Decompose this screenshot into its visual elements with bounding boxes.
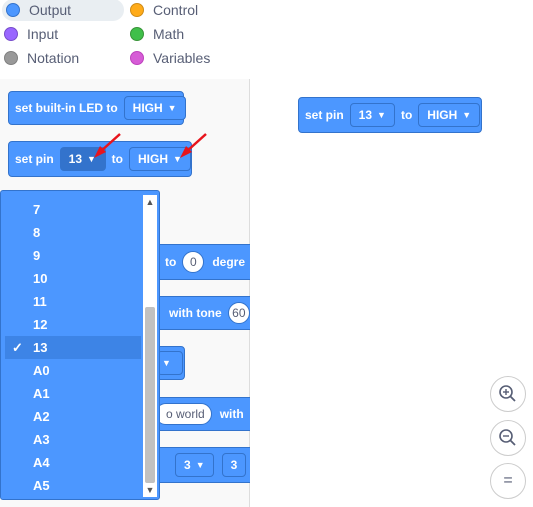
variables-category-dot-icon — [130, 51, 144, 65]
dropdown-option[interactable]: A2 — [5, 405, 141, 428]
category-label: Math — [153, 26, 185, 42]
category-variables[interactable]: Variables — [130, 47, 210, 69]
block-label: to — [165, 255, 177, 269]
category-math[interactable]: Math — [130, 23, 184, 45]
category-label: Variables — [153, 50, 211, 66]
dropdown-scrollbar[interactable]: ▲ ▼ — [143, 195, 157, 497]
block-label: to — [400, 108, 413, 122]
category-label: Notation — [27, 50, 80, 66]
value-dropdown[interactable]: 3 — [221, 453, 247, 477]
category-input[interactable]: Input — [4, 23, 58, 45]
dropdown-option[interactable]: 9 — [5, 244, 141, 267]
zoom-out-button[interactable] — [490, 420, 526, 456]
block-label: with — [219, 407, 244, 421]
math-category-dot-icon — [130, 27, 144, 41]
text-input[interactable]: o world — [155, 403, 212, 425]
caret-down-icon: ▼ — [462, 110, 472, 120]
input-category-dot-icon — [4, 27, 18, 41]
input-value: o world — [166, 407, 205, 421]
input-value: 0 — [189, 255, 197, 269]
output-category-dot-icon — [6, 3, 20, 17]
zoom-in-button[interactable] — [490, 376, 526, 412]
dropdown-option[interactable]: 10 — [5, 267, 141, 290]
block-label: set pin — [305, 108, 344, 122]
caret-down-icon: ▼ — [377, 110, 386, 120]
set-builtin-led-block[interactable]: set built-in LED to HIGH ▼ — [8, 91, 186, 125]
input-value: 60 — [232, 306, 246, 320]
scroll-down-icon[interactable]: ▼ — [143, 483, 157, 497]
category-notation[interactable]: Notation — [4, 47, 79, 69]
caret-down-icon: ▼ — [162, 358, 171, 368]
category-label: Control — [153, 2, 199, 18]
block-label: set built-in LED to — [15, 101, 118, 115]
control-category-dot-icon — [130, 3, 144, 17]
block-label: set pin — [15, 152, 54, 166]
category-label: Input — [27, 26, 59, 42]
value-dropdown[interactable]: 3 ▼ — [175, 453, 214, 477]
zoom-reset-button[interactable]: = — [490, 463, 526, 499]
dropdown-value: 13 — [68, 152, 83, 166]
angle-input[interactable]: 0 — [182, 251, 205, 273]
pin-dropdown-menu: 7 8 9 10 11 12 ✓ 13 A0 A1 A2 A3 A4 A5 ▲ … — [0, 190, 160, 500]
dropdown-value: HIGH — [427, 108, 458, 122]
checkmark-icon: ✓ — [12, 339, 23, 355]
scrollbar-thumb[interactable] — [145, 307, 155, 483]
caret-down-icon: ▼ — [167, 103, 177, 113]
tone-input[interactable]: 60 — [227, 302, 250, 324]
zoom-out-icon — [499, 429, 516, 446]
dropdown-option[interactable]: A3 — [5, 428, 141, 451]
block-label: degre — [212, 255, 246, 269]
led-state-dropdown[interactable]: HIGH ▼ — [123, 96, 186, 120]
pin-number-dropdown[interactable]: 13 ▼ — [349, 103, 395, 127]
annotation-arrow-icon — [180, 133, 207, 158]
caret-down-icon: ▼ — [195, 460, 205, 470]
zoom-reset-icon: = — [503, 472, 513, 489]
dropdown-value: 13 — [358, 108, 373, 122]
set-pin-block-workspace[interactable]: set pin 13 ▼ to HIGH ▼ — [298, 97, 482, 133]
dropdown-option[interactable]: 8 — [5, 221, 141, 244]
block-label: with tone — [169, 306, 222, 320]
zoom-in-icon — [499, 385, 516, 402]
dropdown-option[interactable]: 7 — [5, 198, 141, 221]
scroll-up-icon[interactable]: ▲ — [143, 195, 157, 209]
dropdown-option-selected[interactable]: ✓ 13 — [5, 336, 141, 359]
dropdown-option[interactable]: 11 — [5, 290, 141, 313]
category-label: Output — [29, 2, 72, 18]
dropdown-option[interactable]: A5 — [5, 474, 141, 497]
dropdown-value: 3 — [184, 458, 191, 472]
category-menu: Output Control Input Math Notation Varia… — [0, 0, 250, 79]
partial-dropdown[interactable]: ▼ — [157, 351, 183, 375]
category-output[interactable]: Output — [2, 0, 124, 21]
annotation-arrow-icon — [94, 133, 121, 158]
dropdown-value: 3 — [230, 458, 238, 472]
dropdown-option[interactable]: 12 — [5, 313, 141, 336]
dropdown-option[interactable]: A4 — [5, 451, 141, 474]
category-control[interactable]: Control — [130, 0, 198, 21]
notation-category-dot-icon — [4, 51, 18, 65]
dropdown-option[interactable]: A0 — [5, 359, 141, 382]
dropdown-value: HIGH — [132, 101, 163, 115]
dropdown-option[interactable]: A1 — [5, 382, 141, 405]
dropdown-value: HIGH — [138, 152, 168, 166]
pin-state-dropdown[interactable]: HIGH ▼ — [418, 103, 481, 127]
